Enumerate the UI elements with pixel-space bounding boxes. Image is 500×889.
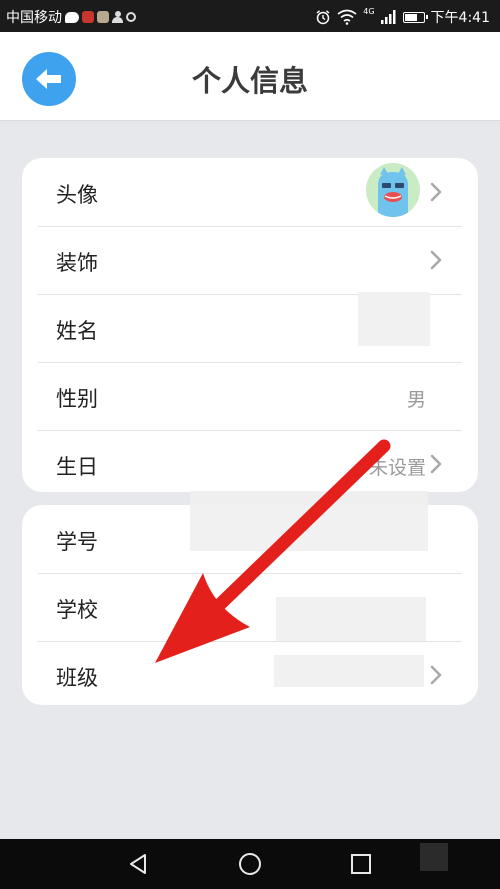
record-icon <box>126 12 136 22</box>
app-notification-icon <box>97 11 109 23</box>
profile-card: 头像 装饰 姓名 性别 男 生日 未设置 <box>22 158 478 492</box>
birthday-value: 未设置 <box>368 457 426 479</box>
row-label: 姓名 <box>56 319 98 343</box>
status-left: 中国移动 <box>6 7 136 27</box>
chevron-right-icon <box>430 250 442 270</box>
clock: 下午4:41 <box>430 10 490 26</box>
network-type: 4G <box>363 6 375 16</box>
name-row[interactable]: 姓名 <box>38 292 462 363</box>
redacted-value <box>358 292 430 346</box>
avatar-row[interactable]: 头像 <box>38 158 462 227</box>
redacted-corner <box>420 843 448 871</box>
class-row[interactable]: 班级 <box>38 641 462 709</box>
nav-back-icon[interactable] <box>126 851 152 877</box>
gender-value: 男 <box>406 389 426 411</box>
row-label: 生日 <box>56 455 98 479</box>
status-bar: 中国移动 4G 下午4:41 <box>0 0 500 32</box>
school-row[interactable]: 学校 <box>38 573 462 642</box>
chevron-right-icon <box>430 182 442 202</box>
alarm-icon <box>316 10 330 25</box>
birthday-row[interactable]: 生日 未设置 <box>38 430 462 498</box>
nav-recents-icon[interactable] <box>348 851 374 877</box>
app-header: 个人信息 <box>0 32 500 121</box>
row-label: 学校 <box>56 598 98 622</box>
student-id-row[interactable]: 学号 <box>38 505 462 574</box>
battery-level <box>404 13 417 21</box>
row-label: 班级 <box>56 666 98 690</box>
status-right: 4G 下午4:41 <box>315 7 490 27</box>
message-icon <box>65 11 79 23</box>
decoration-row[interactable]: 装饰 <box>38 226 462 295</box>
row-label: 性别 <box>56 387 98 411</box>
battery-icon <box>402 11 428 23</box>
redacted-value <box>274 655 424 687</box>
redacted-value <box>276 597 426 641</box>
row-label: 学号 <box>56 530 98 554</box>
school-card: 学号 学校 班级 <box>22 491 478 705</box>
avatar-image <box>366 163 420 217</box>
gender-row[interactable]: 性别 男 <box>38 362 462 431</box>
page-title: 个人信息 <box>191 64 308 98</box>
person-icon <box>112 11 123 23</box>
avatar[interactable] <box>366 163 420 217</box>
app-notification-icon <box>82 11 94 23</box>
row-label: 头像 <box>56 183 98 207</box>
chevron-right-icon <box>430 665 442 685</box>
signal-icon <box>380 10 396 24</box>
system-nav-bar <box>0 839 500 889</box>
wifi-icon <box>337 9 357 25</box>
chevron-right-icon <box>430 454 442 474</box>
row-label: 装饰 <box>56 251 98 275</box>
carrier-name: 中国移动 <box>6 10 62 26</box>
nav-home-icon[interactable] <box>237 851 263 877</box>
